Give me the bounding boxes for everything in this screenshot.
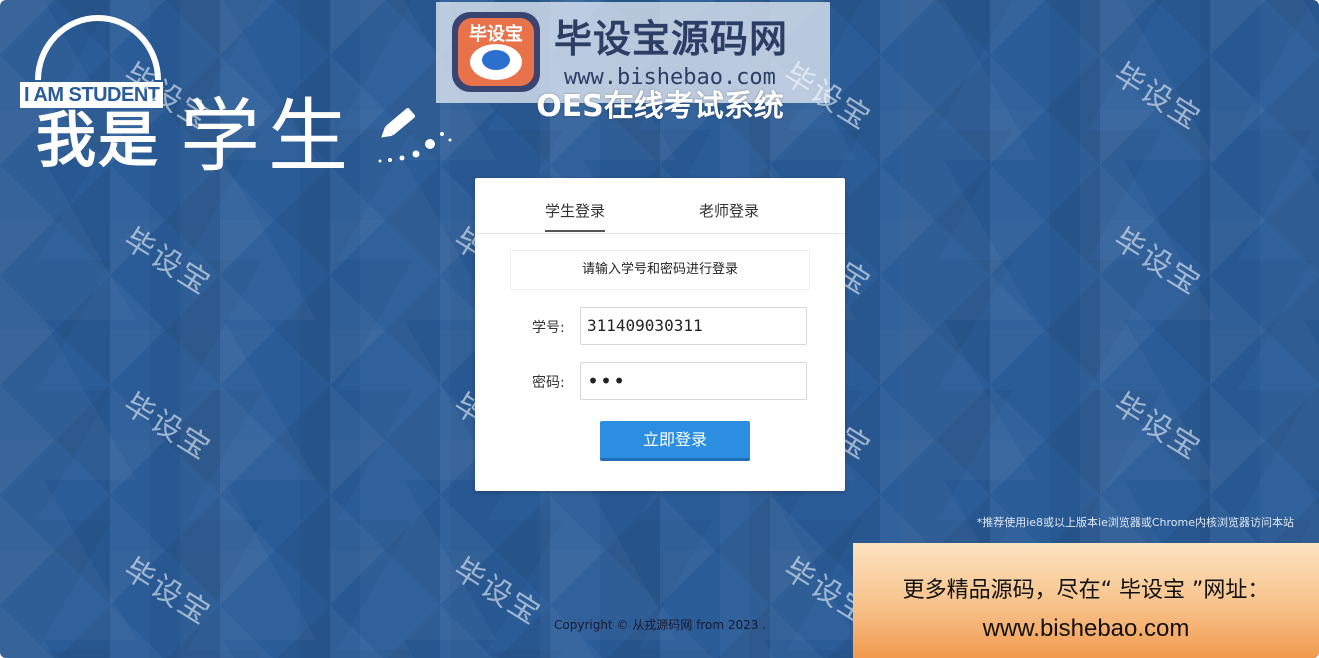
password-input[interactable]: ••• (580, 362, 807, 400)
watermark-text: 毕设宝 (117, 386, 218, 468)
system-title: OES在线考试系统 (536, 89, 784, 124)
login-card: 学生登录 老师登录 请输入学号和密码进行登录 学号: 311409030311 … (475, 178, 845, 491)
watermark-banner-title: 毕设宝源码网 (554, 17, 789, 61)
ad-text: 更多精品源码，尽在“ 毕设宝 ”网址： (902, 578, 1270, 603)
login-tabs: 学生登录 老师登录 (475, 178, 845, 234)
tab-student-login[interactable]: 学生登录 (545, 200, 606, 232)
bishebao-badge-icon: 毕设宝 (452, 12, 540, 92)
watermark-text: 毕设宝 (1107, 221, 1208, 303)
badge-text: 毕设宝 (469, 23, 523, 45)
logo-tag: I AM STUDENT (20, 82, 164, 108)
watermark-text: 毕设宝 (117, 551, 218, 633)
ad-url[interactable]: www.bishebao.com (853, 613, 1319, 645)
student-id-label: 学号: (532, 320, 565, 336)
watermark-text: 毕设宝 (1107, 56, 1208, 138)
student-id-input[interactable]: 311409030311 (580, 307, 807, 345)
pencil-icon (378, 108, 452, 163)
i-am-student-logo: I AM STUDENT 我是 学生 (0, 0, 470, 185)
logo-text-part2: 学生 (180, 90, 356, 183)
watermark-text: 毕设宝 (447, 551, 548, 633)
login-button[interactable]: 立即登录 (600, 421, 750, 461)
tab-teacher-login[interactable]: 老师登录 (699, 200, 759, 222)
logo-text-part1: 我是 (36, 106, 160, 176)
login-hint: 请输入学号和密码进行登录 (510, 250, 810, 290)
ad-banner[interactable]: 更多精品源码，尽在“ 毕设宝 ”网址： www.bishebao.com (853, 543, 1319, 658)
browser-tip: *推荐使用ie8或以上版本ie浏览器或Chrome内核浏览器访问本站 (976, 516, 1294, 529)
password-label: 密码: (532, 375, 565, 391)
copyright-text: Copyright © 从戎源码网 from 2023 . (554, 618, 766, 632)
watermark-text: 毕设宝 (117, 221, 218, 303)
login-page-background: I AM STUDENT 我是 学生 毕设宝 毕设宝源码网 www.bisheb… (0, 0, 1319, 658)
watermark-text: 毕设宝 (1107, 386, 1208, 468)
